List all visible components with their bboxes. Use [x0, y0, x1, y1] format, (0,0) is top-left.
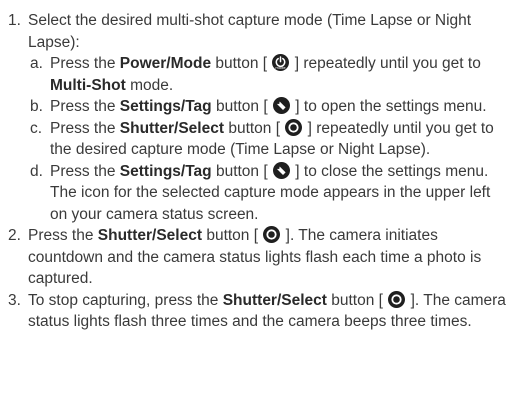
text-fragment: button [ [326, 291, 388, 309]
shutter-select-icon [263, 226, 281, 243]
settings-tag-icon [272, 97, 290, 114]
button-name-settings-tag: Settings/Tag [119, 98, 212, 115]
text-fragment: button [ [211, 162, 272, 180]
step-number: 3. [8, 291, 21, 309]
substep-letter: b. [30, 98, 43, 115]
text-fragment: ] to open the settings menu. [290, 98, 487, 115]
power-icon-caption: mode [276, 66, 287, 70]
substep-b: b. Press the Settings/Tag button [ ] to … [30, 96, 510, 118]
substep-letter: c. [30, 119, 43, 137]
shutter-select-icon [388, 290, 406, 308]
step-number: 2. [8, 227, 21, 244]
text-fragment: Press the [28, 227, 98, 244]
substep-letter: d. [30, 162, 43, 180]
mode-name-multi-shot: Multi-Shot [50, 76, 126, 94]
settings-tag-icon [272, 161, 290, 179]
substep-list: a. Press the Power/Mode button [ mode ] … [30, 53, 510, 225]
substep-letter: a. [30, 55, 43, 72]
substep-c: c. Press the Shutter/Select button [ ] r… [30, 118, 510, 161]
text-fragment: Press the [50, 119, 120, 137]
button-name-shutter-select: Shutter/Select [97, 227, 203, 244]
text-fragment: button [ [211, 55, 272, 72]
text-fragment: button [ [202, 227, 263, 244]
button-name-power-mode: Power/Mode [119, 55, 212, 72]
text-fragment: mode. [125, 76, 174, 94]
text-fragment: Press the [50, 162, 120, 180]
text-fragment: ] repeatedly until you get to [290, 55, 481, 72]
step-3: 3. To stop capturing, press the Shutter/… [8, 290, 510, 333]
shutter-select-icon [285, 118, 303, 136]
text-fragment: To stop capturing, press the [28, 291, 223, 309]
step-text: Select the desired multi-shot capture mo… [28, 10, 510, 53]
step-2: 2. Press the Shutter/Select button [ ]. … [8, 225, 510, 290]
step-number: 1. [8, 12, 21, 29]
button-name-settings-tag: Settings/Tag [119, 162, 212, 180]
text-fragment: button [ [211, 98, 272, 115]
text-fragment: button [ [224, 119, 285, 137]
substep-a: a. Press the Power/Mode button [ mode ] … [30, 53, 510, 96]
text-fragment: Press the [50, 98, 120, 115]
power-mode-icon: mode [272, 54, 290, 71]
text-fragment: Press the [50, 55, 120, 72]
button-name-shutter-select: Shutter/Select [119, 119, 225, 137]
step-1-text: Select the desired multi-shot capture mo… [28, 12, 472, 51]
substep-d: d. Press the Settings/Tag button [ ] to … [30, 161, 510, 226]
button-name-shutter-select: Shutter/Select [222, 291, 327, 309]
instruction-page: 1. Select the desired multi-shot capture… [0, 0, 518, 399]
step-1: 1. Select the desired multi-shot capture… [8, 10, 510, 53]
